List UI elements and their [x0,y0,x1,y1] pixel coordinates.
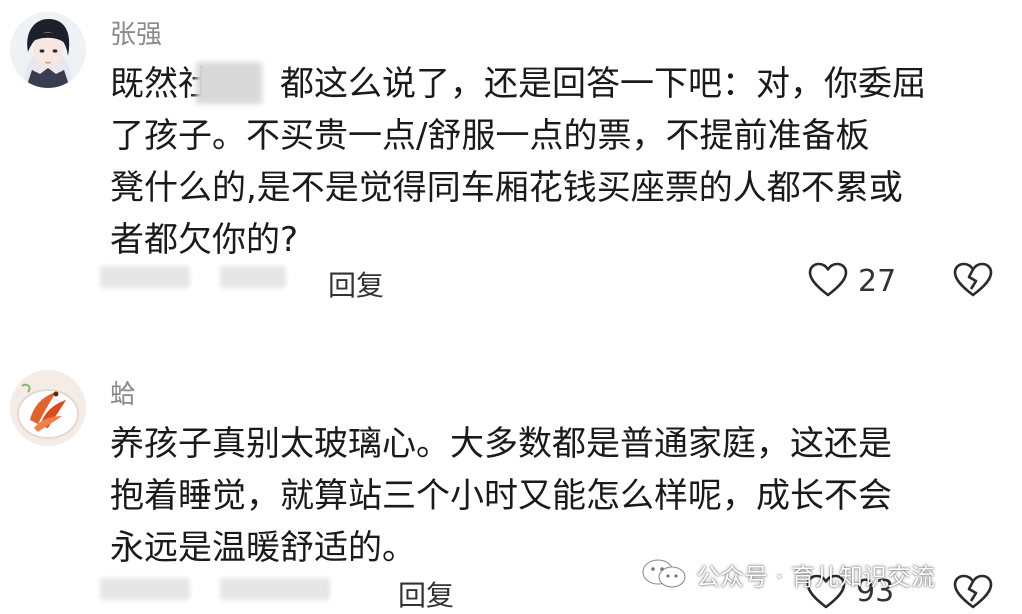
censored-text-blur [196,62,262,104]
comment-text-line: 了孩子。不买贵一点/舒服一点的票，不提前准备板 [110,116,870,156]
blurred-location [220,578,330,600]
comment-text-line: 养孩子真别太玻璃心。大多数都是普通家庭，这还是 [110,424,892,464]
username[interactable]: 张强 [110,14,162,51]
comment-text: 养孩子真别太玻璃心。大多数都是普通家庭，这还是 抱着睡觉，就算站三个小时又能怎么… [110,418,892,574]
anime-portrait-avatar-icon [10,12,86,88]
broken-heart-icon[interactable] [953,262,993,298]
comment-item: 张强 既然社 都这么说了，还是回答一下吧：对，你委屈 了孩子。不买贵一点/舒服一… [0,0,1022,320]
blurred-timestamp [100,266,190,288]
comment-text-line: 凳什么的,是不是觉得同车厢花钱买座票的人都不累或 [110,168,903,208]
blurred-timestamp [100,578,190,600]
reply-button[interactable]: 回复 [328,264,384,304]
like-count: 27 [858,264,897,299]
username[interactable]: 蛤 [110,374,136,411]
food-plate-avatar-icon [10,370,86,446]
blurred-location [220,266,286,288]
reply-button[interactable]: 回复 [398,574,454,614]
comment-text-line: 抱着睡觉，就算站三个小时又能怎么样呢，成长不会 [110,476,892,516]
broken-heart-icon[interactable] [953,574,993,610]
watermark: 公众号 · 育儿知识交流 [640,556,935,592]
watermark-text: 公众号 · 育儿知识交流 [696,562,935,591]
heart-icon[interactable] [808,262,848,298]
user-avatar[interactable] [10,370,86,446]
user-avatar[interactable] [10,12,86,88]
comment-text-line: 者都欠你的? [110,220,299,260]
wechat-icon [642,559,686,588]
